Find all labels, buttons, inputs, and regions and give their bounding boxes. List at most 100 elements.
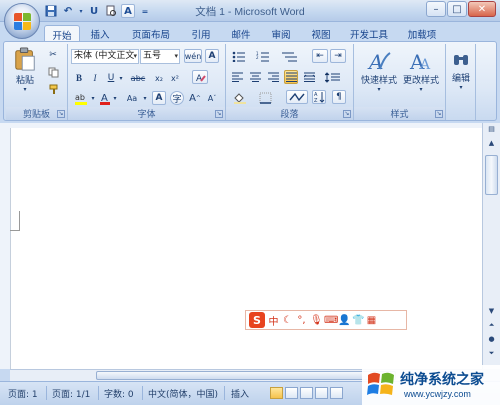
increase-indent-icon[interactable]: ⇥ <box>330 49 346 63</box>
grow-font-icon[interactable]: A ^ <box>188 91 202 105</box>
change-case-dropdown-icon[interactable]: ▾ <box>142 91 148 105</box>
quick-styles-dropdown-icon: ▾ <box>377 86 381 93</box>
editing-button[interactable]: 编辑 ▾ <box>448 46 474 96</box>
keyboard-icon[interactable]: ⌨ <box>324 315 338 326</box>
shading-icon[interactable] <box>230 91 250 105</box>
select-browse-object-icon[interactable]: ● <box>485 335 498 347</box>
status-page-count[interactable]: 页面: 1/1 <box>52 387 90 400</box>
tab-references[interactable]: 引用 <box>186 25 216 42</box>
font-group-label: 字体 <box>68 107 225 120</box>
watermark-url: www.ycwjzy.com <box>404 389 471 399</box>
character-border-icon[interactable]: A <box>205 49 219 63</box>
decrease-indent-icon[interactable]: ⇤ <box>312 49 328 63</box>
status-word-count[interactable]: 字数: 0 <box>104 387 134 400</box>
align-left-icon[interactable] <box>230 70 244 84</box>
moon-icon[interactable]: ☾ <box>282 315 293 326</box>
clear-formatting-icon[interactable]: A <box>192 70 208 84</box>
ime-mode-toggle[interactable]: 中 <box>268 313 279 328</box>
numbering-icon[interactable]: 12 <box>254 49 274 63</box>
font-color-icon[interactable]: A <box>98 91 112 105</box>
tab-page-layout[interactable]: 页面布局 <box>126 25 176 42</box>
clipboard-launcher-icon[interactable]: ↘ <box>57 110 65 118</box>
tab-mailings[interactable]: 邮件 <box>226 25 256 42</box>
enclose-characters-icon[interactable]: 字 <box>170 91 184 105</box>
font-name-combo[interactable]: 宋体 (中文正文 ▾ <box>71 49 139 64</box>
strikethrough-icon[interactable]: abc <box>128 71 148 85</box>
format-painter-icon[interactable] <box>46 82 60 96</box>
justify-icon[interactable] <box>284 70 298 84</box>
tab-developer[interactable]: 开发工具 <box>345 25 393 42</box>
character-shading-icon[interactable]: A <box>152 91 166 105</box>
status-insert-mode[interactable]: 插入 <box>231 387 249 400</box>
status-page[interactable]: 页面: 1 <box>8 387 38 400</box>
sogou-logo-icon[interactable]: S <box>249 312 265 328</box>
paste-dropdown-icon: ▾ <box>23 86 27 93</box>
superscript-icon[interactable]: x² <box>168 71 182 85</box>
print-layout-view-icon[interactable] <box>270 387 283 399</box>
document-page[interactable] <box>10 128 482 369</box>
font-size-value: 五号 <box>143 51 162 61</box>
chinese-layout-icon[interactable] <box>286 90 308 104</box>
borders-icon[interactable] <box>256 91 276 105</box>
font-name-value: 宋体 (中文正文 <box>74 51 135 61</box>
show-hide-marks-icon[interactable]: ¶ <box>332 90 346 104</box>
previous-page-icon[interactable]: ⏶ <box>485 321 498 333</box>
line-spacing-icon[interactable] <box>322 70 342 84</box>
outline-view-icon[interactable] <box>315 387 328 399</box>
text-boundary-mark <box>10 211 20 231</box>
tab-addins[interactable]: 加载项 <box>402 25 442 42</box>
distributed-icon[interactable] <box>302 70 316 84</box>
highlight-icon[interactable]: ab <box>72 91 90 105</box>
underline-icon[interactable]: U <box>104 71 118 85</box>
scroll-up-icon[interactable]: ▲ <box>485 139 498 151</box>
paragraph-launcher-icon[interactable]: ↘ <box>343 110 351 118</box>
full-screen-reading-view-icon[interactable] <box>285 387 298 399</box>
microphone-icon[interactable]: 🎙 <box>310 315 323 326</box>
change-case-icon[interactable]: Aa <box>122 91 142 105</box>
phonetic-guide-icon[interactable]: wén <box>184 49 202 63</box>
svg-text:A: A <box>419 57 431 73</box>
web-layout-view-icon[interactable] <box>300 387 313 399</box>
draft-view-icon[interactable] <box>330 387 343 399</box>
font-size-combo[interactable]: 五号 ▾ <box>140 49 180 64</box>
bold-icon[interactable]: B <box>72 71 86 85</box>
sort-icon[interactable]: AZ <box>312 90 326 104</box>
bullets-icon[interactable] <box>230 49 250 63</box>
horizontal-scroll-thumb[interactable] <box>96 371 396 380</box>
align-center-icon[interactable] <box>248 70 262 84</box>
svg-text:Z: Z <box>314 98 318 103</box>
paste-button[interactable]: 粘贴 ▾ <box>10 46 40 94</box>
close-button[interactable]: ✕ <box>468 1 496 17</box>
status-language[interactable]: 中文(简体，中国) <box>148 387 218 400</box>
copy-icon[interactable] <box>46 65 60 79</box>
quick-styles-button[interactable]: A 快速样式 ▾ <box>358 46 400 96</box>
scroll-down-icon[interactable]: ▼ <box>485 307 498 319</box>
cut-icon[interactable]: ✂ <box>46 48 60 62</box>
subscript-icon[interactable]: x₂ <box>152 71 166 85</box>
toolbox-icon[interactable]: ▦ <box>366 315 377 326</box>
user-icon[interactable]: 👤 <box>338 315 350 326</box>
tab-insert[interactable]: 插入 <box>84 25 116 42</box>
tab-review[interactable]: 审阅 <box>266 25 296 42</box>
ruler-toggle-icon[interactable]: ▤ <box>485 125 498 137</box>
vertical-scroll-thumb[interactable] <box>485 155 498 195</box>
italic-icon[interactable]: I <box>88 71 102 85</box>
align-right-icon[interactable] <box>266 70 280 84</box>
maximize-button[interactable]: □ <box>447 1 467 17</box>
minimize-button[interactable]: – <box>426 1 446 17</box>
font-color-dropdown-icon[interactable]: ▾ <box>112 91 118 105</box>
punctuation-icon[interactable]: °, <box>296 315 307 326</box>
change-styles-button[interactable]: A A 更改样式 ▾ <box>400 46 442 96</box>
underline-dropdown-icon[interactable]: ▾ <box>118 71 124 85</box>
tab-home[interactable]: 开始 <box>44 25 80 42</box>
multilevel-list-icon[interactable] <box>278 49 302 63</box>
vertical-scrollbar[interactable]: ▤ ▲ ▼ ⏶ ● ⏷ <box>482 123 500 369</box>
styles-launcher-icon[interactable]: ↘ <box>435 110 443 118</box>
next-page-icon[interactable]: ⏷ <box>485 349 498 361</box>
skin-icon[interactable]: 👕 <box>352 315 364 326</box>
highlight-dropdown-icon[interactable]: ▾ <box>90 91 96 105</box>
office-button[interactable] <box>4 3 40 39</box>
shrink-font-icon[interactable]: Aˇ <box>205 91 219 105</box>
tab-view[interactable]: 视图 <box>306 25 336 42</box>
font-launcher-icon[interactable]: ↘ <box>215 110 223 118</box>
